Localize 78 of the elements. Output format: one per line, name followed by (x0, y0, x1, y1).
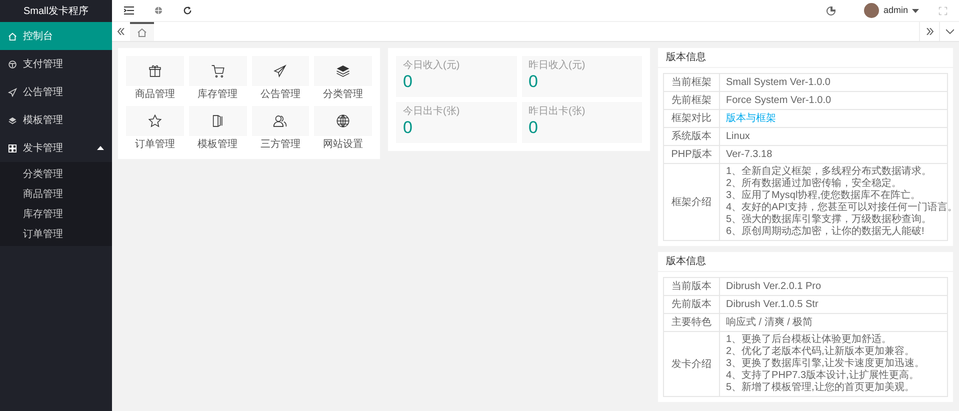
table-label-cell: 主要特色 (664, 314, 720, 331)
table-value-cell-text: 1、更换了后台模板让体验更加舒适。 2、优化了老版本代码,让新版本更加兼容。 3、更换了数据库引擎,让发卡速度更加迅速。 4、支持了PHP7.3版本设计,让扩展性更高。 5、新增了模板管理,让您的首页更加美观。 (725, 332, 926, 395)
shortcut-label[interactable]: 商品管理 (134, 89, 175, 101)
caret-icon[interactable] (97, 146, 104, 150)
shortcut-button[interactable] (314, 106, 372, 136)
paper-plane-icon (273, 64, 288, 78)
refresh-icon[interactable] (183, 6, 192, 15)
stat-value: 0 (403, 72, 412, 92)
sidebar-item[interactable]: 公告管理 (0, 78, 112, 106)
sidebar-item[interactable]: 发卡管理 (0, 134, 112, 162)
shortcut-button[interactable] (188, 106, 246, 136)
table-value-cell-text: 1、全新自定义框架，多线程分布式数据请求。 2、所有数据通过加密传输，安全稳定。 3、应用了Mysql协程,使您数据库不在阵亡。 4、友好的API支持，您甚至可以对接任何一门语言。 5、强大的数据库引擎支撑，万级数据秒查询。 6、原创周期动态加密，让你的数据无人能破! (725, 164, 959, 239)
home-icon (8, 32, 17, 40)
table-label-cell: 先前框架 (664, 92, 720, 109)
stat-value: 0 (403, 118, 412, 138)
stat-label: 昨日出卡(张) (528, 106, 586, 118)
table-label-cell: PHP版本 (664, 146, 720, 163)
submenu-item[interactable]: 商品管理 (0, 184, 112, 204)
shortcut-label[interactable]: 订单管理 (134, 139, 175, 151)
submenu-item[interactable]: 分类管理 (0, 164, 112, 184)
stat-value: 0 (528, 118, 538, 138)
table-label-cell: 框架介绍 (664, 164, 720, 240)
table-value-cell-text: Dibrush Ver.2.0.1 Pro (725, 280, 822, 294)
caret-icon[interactable] (912, 8, 919, 12)
double-chevron-right-icon (926, 28, 934, 35)
cart-icon (210, 64, 225, 78)
table-value-cell-text: 响应式 / 清爽 / 极简 (725, 316, 814, 330)
menu-icon[interactable] (124, 6, 134, 15)
shortcut-label[interactable]: 分类管理 (323, 89, 364, 101)
table-value-cell-text: Ver-7.3.18 (725, 148, 774, 162)
table-value-cell-text: Linux (725, 130, 751, 144)
avatar[interactable] (864, 3, 880, 18)
send-icon (8, 88, 17, 96)
table-label-cell: 发卡介绍 (664, 332, 720, 396)
shortcut-button[interactable] (314, 56, 372, 86)
theme-icon[interactable] (826, 6, 836, 16)
layers-icon (8, 116, 17, 124)
home-tab[interactable] (130, 22, 154, 41)
shortcut-label[interactable]: 模板管理 (198, 139, 238, 151)
stat-label: 今日出卡(张) (403, 106, 460, 118)
table-label-cell: 当前框架 (664, 74, 720, 91)
panel-title: 版本信息 (666, 50, 706, 65)
shortcut-label[interactable]: 库存管理 (198, 89, 238, 101)
sidebar-item[interactable]: 模板管理 (0, 106, 112, 134)
shortcut-label[interactable]: 公告管理 (260, 89, 300, 101)
stat-label: 今日收入(元) (403, 60, 460, 72)
sidebar-item[interactable]: 控制台 (0, 22, 112, 50)
table-label-cell: 先前版本 (664, 296, 720, 313)
table-value-cell-text: Dibrush Ver.1.0.5 Str (725, 298, 820, 312)
star-icon (148, 114, 162, 128)
table-value-cell-text: Small System Ver-1.0.0 (725, 76, 832, 90)
home-icon (137, 28, 147, 37)
stat-value: 0 (528, 72, 538, 92)
users-icon (273, 114, 288, 128)
shortcut-label[interactable]: 三方管理 (260, 139, 300, 151)
grid-icon (8, 144, 17, 152)
shortcut-button[interactable] (126, 56, 184, 86)
globe-icon (336, 114, 350, 128)
table-label-cell: 当前版本 (664, 278, 720, 295)
submenu-item[interactable]: 订单管理 (0, 224, 112, 244)
submenu-item[interactable]: 库存管理 (0, 204, 112, 224)
chevron-down-icon (946, 29, 954, 34)
stat-label: 昨日收入(元) (528, 60, 586, 72)
gift-icon (148, 64, 162, 78)
circle-icon (8, 60, 17, 68)
table-label-cell: 框架对比 (664, 110, 720, 127)
panel-title: 版本信息 (666, 254, 706, 269)
table-label-cell: 系统版本 (664, 128, 720, 145)
double-chevron-left-icon (117, 28, 125, 35)
app-logo-title: Small发卡程序 (22, 4, 90, 18)
shortcut-label[interactable]: 网站设置 (323, 139, 364, 151)
table-value-cell-text: Force System Ver-1.0.0 (725, 94, 832, 108)
stack-icon (336, 64, 350, 78)
sidebar-item[interactable]: 支付管理 (0, 50, 112, 78)
shortcut-button[interactable] (252, 106, 310, 136)
user-name[interactable]: admin (883, 4, 908, 18)
globe-icon[interactable] (154, 6, 163, 15)
door-icon (210, 114, 225, 128)
